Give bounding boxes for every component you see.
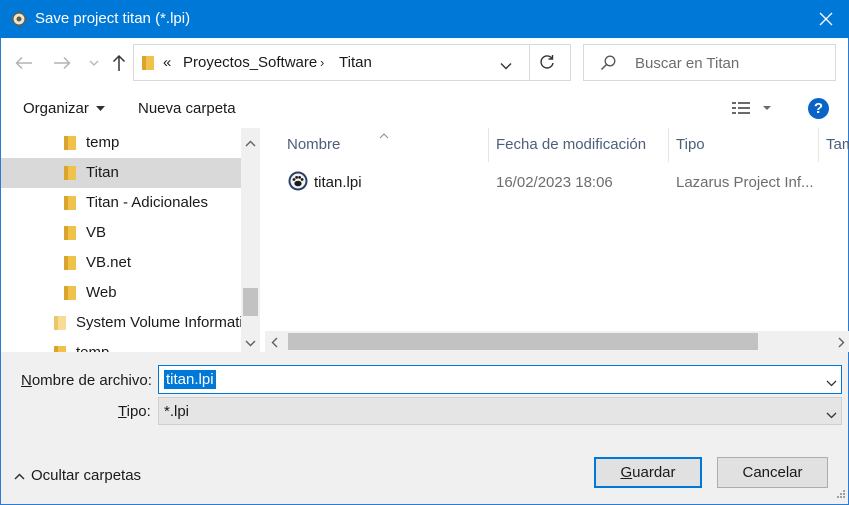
search-input[interactable]: Buscar en Titan <box>635 55 739 72</box>
up-button[interactable] <box>108 50 130 76</box>
chevron-down-icon <box>826 412 837 419</box>
window-title: Save project titan (*.lpi) <box>35 10 191 27</box>
column-separator[interactable] <box>818 128 819 162</box>
scroll-thumb[interactable] <box>288 333 758 350</box>
caret-down-icon <box>96 106 106 112</box>
filename-label: Nombre de archivo: <box>21 372 152 389</box>
scroll-right-button[interactable] <box>838 335 845 351</box>
tree-item-label: System Volume Informati <box>76 314 241 331</box>
tree-item-vbnet[interactable]: VB.net <box>1 248 241 278</box>
tree-item-label: temp <box>86 134 120 151</box>
close-icon <box>819 12 833 26</box>
tree-item-label: Web <box>86 284 117 301</box>
organize-label: Organizar <box>23 100 89 117</box>
breadcrumb-overflow[interactable]: « <box>163 54 171 71</box>
tree-item-label: VB.net <box>86 254 132 271</box>
folder-icon <box>63 195 77 215</box>
chevron-down-icon <box>500 63 512 70</box>
breadcrumb-item-titan[interactable]: Titan <box>339 54 372 71</box>
tree-item-temp[interactable]: temp <box>1 128 241 158</box>
search-icon <box>600 55 616 74</box>
chevron-right-icon <box>838 337 845 348</box>
save-button[interactable]: Guardar <box>594 457 702 488</box>
back-arrow-icon <box>15 56 32 70</box>
hide-folders-button[interactable]: Ocultar carpetas <box>14 467 141 484</box>
lazarus-gear-icon[interactable] <box>10 10 28 28</box>
navigation-tree[interactable]: temp Titan Titan - Adicionales VB VB.net… <box>1 128 241 352</box>
chevron-left-icon <box>271 337 278 348</box>
chevron-up-icon <box>245 140 256 147</box>
filetype-label: Tipo: <box>118 403 151 420</box>
folder-icon <box>53 315 67 335</box>
scroll-up-button[interactable] <box>245 134 256 150</box>
new-folder-button[interactable]: Nueva carpeta <box>138 100 236 117</box>
file-type: Lazarus Project Inf... <box>676 174 814 191</box>
forward-arrow-icon <box>54 56 71 70</box>
column-header-type[interactable]: Tipo <box>676 136 705 153</box>
filetype-dropdown-button[interactable] <box>826 406 837 422</box>
help-button[interactable]: ? <box>808 98 829 119</box>
tree-vertical-scrollbar[interactable] <box>241 128 260 352</box>
folder-icon <box>63 165 77 185</box>
column-separator[interactable] <box>488 128 489 162</box>
breadcrumb-item-proyectos[interactable]: Proyectos_Software <box>183 54 317 71</box>
tree-item-titan[interactable]: Titan <box>1 158 241 188</box>
lazarus-paw-icon <box>288 171 308 194</box>
refresh-icon <box>540 55 554 69</box>
column-separator[interactable] <box>668 128 669 162</box>
address-bar[interactable]: « Proyectos_Software › Titan <box>133 44 571 81</box>
tree-item-label: Titan <box>86 164 119 181</box>
tree-item-label: Titan - Adicionales <box>86 194 209 211</box>
address-history-button[interactable] <box>500 57 512 73</box>
tree-item-label: temp <box>76 344 109 352</box>
folder-icon <box>63 225 77 245</box>
filename-field[interactable]: titan.lpi <box>158 365 842 394</box>
chevron-down-icon <box>826 380 837 387</box>
recent-locations-button[interactable] <box>83 50 105 76</box>
chevron-up-icon <box>14 472 25 480</box>
tree-item-web[interactable]: Web <box>1 278 241 308</box>
file-name: titan.lpi <box>314 174 362 191</box>
scroll-down-button[interactable] <box>245 334 256 350</box>
filetype-select[interactable]: *.lpi <box>158 397 842 425</box>
resize-grip[interactable] <box>836 486 846 502</box>
tree-item-titan-adicionales[interactable]: Titan - Adicionales <box>1 188 241 218</box>
column-header-size[interactable]: Tam <box>826 136 849 153</box>
refresh-button[interactable] <box>539 54 555 73</box>
search-box[interactable]: Buscar en Titan <box>583 44 836 81</box>
chevron-down-icon <box>245 340 256 347</box>
file-list-horizontal-scrollbar[interactable] <box>265 331 849 352</box>
file-date: 16/02/2023 18:06 <box>496 174 613 191</box>
back-button[interactable] <box>13 50 35 76</box>
folder-icon <box>141 55 155 74</box>
forward-button[interactable] <box>51 50 73 76</box>
folder-icon <box>63 135 77 155</box>
folder-icon <box>53 345 67 352</box>
close-button[interactable] <box>803 0 849 38</box>
title-bar: Save project titan (*.lpi) <box>0 0 849 38</box>
tree-item-label: VB <box>86 224 107 241</box>
filename-history-button[interactable] <box>826 374 837 390</box>
column-header-date[interactable]: Fecha de modificación <box>496 136 646 153</box>
details-view-icon <box>732 102 771 114</box>
tree-item-temp-root[interactable]: temp <box>1 338 241 352</box>
scroll-left-button[interactable] <box>271 335 278 351</box>
cancel-button[interactable]: Cancelar <box>717 457 828 488</box>
tree-item-system-volume-information[interactable]: System Volume Informati <box>1 308 241 338</box>
folder-icon <box>63 255 77 275</box>
folder-icon <box>63 285 77 305</box>
column-header-name[interactable]: Nombre <box>287 136 340 153</box>
address-divider <box>529 45 530 80</box>
filename-input[interactable]: titan.lpi <box>164 370 216 389</box>
filetype-value: *.lpi <box>164 403 190 420</box>
organize-button[interactable]: Organizar <box>23 100 106 117</box>
chevron-down-icon <box>89 60 99 66</box>
hide-folders-label: Ocultar carpetas <box>31 467 142 484</box>
up-arrow-icon <box>112 54 126 71</box>
tree-item-vb[interactable]: VB <box>1 218 241 248</box>
change-view-button[interactable] <box>732 100 772 119</box>
breadcrumb-separator[interactable]: › <box>320 55 324 70</box>
scroll-thumb[interactable] <box>243 288 258 316</box>
sort-ascending-icon <box>379 126 389 142</box>
